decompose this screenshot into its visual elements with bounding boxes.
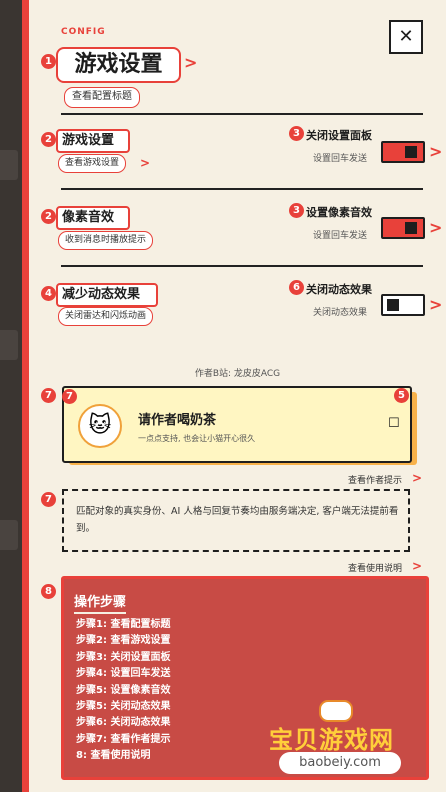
background-stub: [0, 330, 18, 360]
usage-link[interactable]: 查看使用说明: [348, 561, 402, 574]
chevron-right-icon: >: [412, 471, 423, 485]
close-button[interactable]: ✕: [389, 20, 423, 54]
callout-badge: 7: [41, 492, 56, 507]
section-title: 像素音效: [56, 206, 130, 230]
card-subtitle: 一点点支持, 也会让小猫开心很久: [138, 434, 256, 443]
section-title: 减少动态效果: [56, 283, 158, 307]
step-item: 步骤1: 查看配置标题: [76, 619, 171, 630]
step-item: 步骤4: 设置回车发送: [76, 668, 171, 680]
setting-label: 关闭动态效果: [306, 283, 372, 296]
step-item: 步骤2: 查看游戏设置: [76, 635, 171, 647]
card-title: 请作者喝奶茶: [138, 413, 217, 428]
settings-panel: CONFIG ✕ 1 游戏设置 > 查看配置标题 2 游戏设置 查看游戏设置 >…: [29, 0, 446, 792]
config-label: CONFIG: [61, 27, 106, 37]
section-link[interactable]: 关闭雷达和闪烁动画: [58, 307, 154, 326]
divider: [61, 113, 423, 115]
author-hint-link[interactable]: 查看作者提示: [348, 473, 402, 486]
gamepad-icon: [319, 700, 353, 722]
setting-label: 关闭设置面板: [306, 129, 372, 142]
callout-badge: 2: [41, 132, 56, 147]
setting-description: 设置回车发送: [313, 231, 368, 241]
steps-list: 步骤1: 查看配置标题 步骤2: 查看游戏设置 步骤3: 关闭设置面板 步骤4:…: [76, 617, 170, 765]
callout-badge: 4: [41, 286, 56, 301]
callout-badge: 3: [289, 126, 304, 141]
divider: [61, 265, 423, 267]
steps-title: 操作步骤: [74, 591, 127, 614]
background-stub: [0, 520, 18, 550]
step-item: 步骤7: 查看作者提示: [76, 733, 171, 745]
callout-badge: 2: [41, 209, 56, 224]
callout-badge: 3: [289, 203, 304, 218]
divider: [61, 188, 423, 190]
setting-label: 设置像素音效: [306, 206, 372, 219]
toggle-pixel-sound[interactable]: [381, 217, 425, 239]
callout-badge: 1: [41, 54, 56, 69]
step-item: 步骤5: 关闭动态效果: [76, 700, 171, 712]
chevron-right-icon: >: [412, 559, 423, 573]
section-title: 游戏设置: [56, 129, 130, 153]
chevron-right-icon: >: [184, 53, 198, 72]
toggle-reduce-motion[interactable]: [381, 294, 425, 316]
watermark-url: baobeiy.com: [279, 752, 401, 774]
donation-card[interactable]: 7 5 🐱 请作者喝奶茶 一点点支持, 也会让小猫开心很久 ☐: [62, 386, 412, 463]
toggle-knob: [405, 222, 417, 234]
chevron-right-icon: >: [429, 142, 443, 161]
panel-accent-edge: [22, 0, 29, 792]
checkbox-icon[interactable]: ☐: [388, 416, 400, 431]
toggle-knob: [387, 299, 399, 311]
notice-box: 匹配对象的真实身份、AI 人格与回复节奏均由服务端决定, 客户端无法提前看到。: [62, 489, 410, 552]
background-stub: [0, 150, 18, 180]
callout-badge: 7: [41, 388, 56, 403]
section-link[interactable]: 收到消息时播放提示: [58, 231, 154, 250]
setting-description: 设置回车发送: [313, 154, 368, 164]
callout-badge: 8: [41, 584, 56, 599]
author-credit: 作者B站: 龙皮皮ACG: [194, 369, 281, 379]
toggle-close-panel[interactable]: [381, 141, 425, 163]
step-item: 步骤6: 关闭动态效果: [76, 717, 171, 729]
chevron-right-icon: >: [140, 156, 151, 170]
step-item: 步骤3: 关闭设置面板: [76, 651, 171, 663]
background-app-edge: [0, 0, 22, 792]
notice-text: 匹配对象的真实身份、AI 人格与回复节奏均由服务端决定, 客户端无法提前看到。: [76, 506, 399, 534]
callout-badge: 6: [289, 280, 304, 295]
setting-description: 关闭动态效果: [313, 308, 368, 318]
close-icon: ✕: [398, 26, 414, 47]
section-link[interactable]: 查看游戏设置: [58, 154, 127, 173]
cat-face-icon: 🐱: [78, 404, 122, 448]
callout-badge: 5: [394, 388, 409, 403]
chevron-right-icon: >: [429, 295, 443, 314]
step-item: 步骤5: 设置像素音效: [76, 684, 171, 696]
toggle-knob: [405, 146, 417, 158]
callout-badge: 7: [62, 389, 77, 404]
step-item: 8: 查看使用说明: [76, 750, 151, 762]
title-pill-link[interactable]: 查看配置标题: [64, 87, 140, 108]
watermark-title: 宝贝游戏网: [269, 726, 394, 754]
chevron-right-icon: >: [429, 218, 443, 237]
page-title: 游戏设置: [56, 47, 181, 83]
